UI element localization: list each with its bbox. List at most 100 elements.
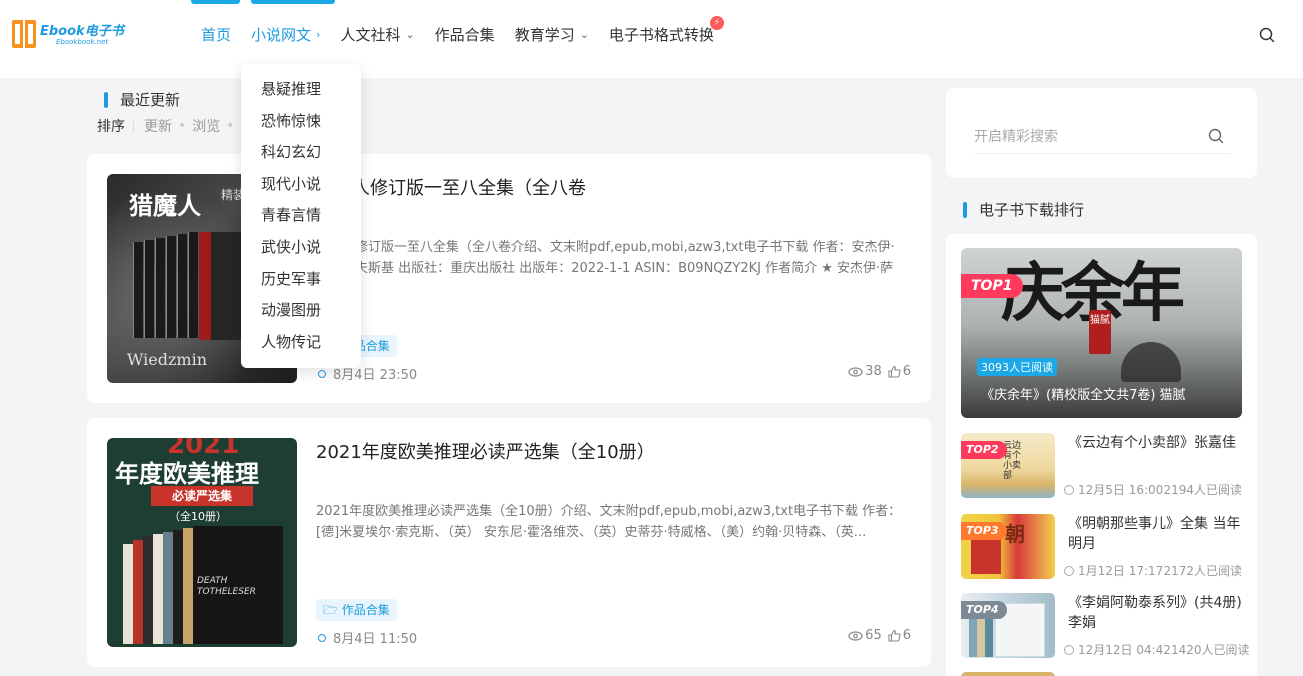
rank-item-meta: 1月12日 17:17 2172人已阅读 <box>1064 562 1242 579</box>
nav-item-home[interactable]: 首页 <box>201 24 231 44</box>
rank-item[interactable]: TOP4 《李娟阿勒泰系列》(共4册) 李娟 12月12日 04:42 1420… <box>961 593 1249 659</box>
post-title[interactable]: 2021年度欧美推理必读严选集（全10册） <box>316 438 655 464</box>
top1-cover-seal: 猫腻 <box>1089 310 1111 354</box>
nav-item-label: 电子书格式转换 <box>608 25 714 44</box>
top1-title[interactable]: 《庆余年》(精校版全文共7卷) 猫腻 <box>981 384 1186 403</box>
cover-subtitle: 必读严选集 <box>151 486 253 506</box>
ranking-heading: 电子书下载排行 <box>963 199 1084 220</box>
nav-item-education[interactable]: 教育学习 ⌄ <box>515 24 589 44</box>
dropdown-item-biography[interactable]: 人物传记 <box>241 330 361 362</box>
book-icon <box>12 20 36 48</box>
search-icon[interactable] <box>1259 27 1275 43</box>
clock-icon <box>1064 565 1074 576</box>
nav-item-label: 作品合集 <box>434 25 495 44</box>
view-count: 65 <box>865 628 882 643</box>
main-nav: 首页 小说网文 › 人文社科 ⌄ 作品合集 教育学习 ⌄ 电子书格式转换 ⚡ <box>201 16 734 44</box>
cover-subtitle-2: （全10册） <box>169 510 227 523</box>
dropdown-item-scifi[interactable]: 科幻玄幻 <box>241 140 361 172</box>
rank-item[interactable]: 朝 TOP3 《明朝那些事儿》全集 当年明月 1月12日 17:17 2172人… <box>961 514 1242 580</box>
rank-item-meta: 12月5日 16:00 2194人已阅读 <box>1064 481 1242 498</box>
rank-top1-card[interactable]: 庆余年 猫腻 TOP1 3093人已阅读 《庆余年》(精校版全文共7卷) 猫腻 <box>961 248 1242 418</box>
download-ranking-widget: 庆余年 猫腻 TOP1 3093人已阅读 《庆余年》(精校版全文共7卷) 猫腻 … <box>946 234 1257 676</box>
search-input[interactable]: 开启精彩搜索 <box>974 126 1230 154</box>
post-excerpt: 2021年度欧美推理必读严选集（全10册）介绍、文末附pdf,epub,mobi… <box>316 504 902 540</box>
post-card[interactable]: 猎魔人 精装 Wiedzmin 猎魔人修订版一至八全集（全八卷 猎魔人修订版一至… <box>87 154 931 403</box>
nav-item-format-convert[interactable]: 电子书格式转换 ⚡ <box>608 16 724 44</box>
post-cover-image[interactable]: 2021 年度欧美推理 必读严选集 （全10册） DEATH TOTHELESE… <box>107 438 297 647</box>
rank-badge-top3: TOP3 <box>961 522 1007 540</box>
nav-active-indicator <box>191 0 240 4</box>
thumbs-up-icon[interactable] <box>888 629 901 642</box>
rank-item-title[interactable]: 《李娟阿勒泰系列》(共4册) 李娟 <box>1068 593 1244 633</box>
logo-subtext: Ebookbook.net <box>56 38 109 46</box>
cover-spine-text: DEATH TOTHELESER <box>197 576 256 597</box>
rank-thumbnail[interactable] <box>961 672 1055 676</box>
rank-badge-top4: TOP4 <box>961 601 1007 619</box>
dropdown-item-modern[interactable]: 现代小说 <box>241 172 361 204</box>
recent-updates-heading: 最近更新 <box>104 89 180 110</box>
nav-item-label: 教育学习 <box>514 25 575 44</box>
cover-foot-text: Wiedzmin <box>127 350 208 369</box>
heading-accent-bar <box>963 201 967 218</box>
dropdown-item-history[interactable]: 历史军事 <box>241 267 361 299</box>
heading-accent-bar <box>104 91 108 108</box>
nav-item-label: 人文社科 <box>340 25 401 44</box>
rank-thumbnail[interactable]: 云边有个小卖部 TOP2 <box>961 433 1055 498</box>
sort-bar: 排序 更新 • 浏览 • 点 <box>97 116 255 136</box>
chevron-down-icon: ⌄ <box>579 27 589 41</box>
clock-icon <box>1064 484 1074 495</box>
dropdown-item-mystery[interactable]: 悬疑推理 <box>241 77 361 109</box>
rank-item-title[interactable]: 《明朝那些事儿》全集 当年明月 <box>1068 514 1244 554</box>
logo-text: Ebook电子书 <box>40 24 124 39</box>
site-header: Ebook电子书 Ebookbook.net 首页 小说网文 › 人文社科 ⌄ … <box>0 0 1303 78</box>
rank-badge-top1: TOP1 <box>961 274 1023 298</box>
like-count: 6 <box>902 364 911 379</box>
novels-dropdown-menu: 悬疑推理 恐怖惊悚 科幻玄幻 现代小说 青春言情 武侠小说 历史军事 动漫图册 … <box>241 64 361 368</box>
clock-icon <box>318 369 326 378</box>
post-date: 8月4日 11:50 <box>318 628 417 647</box>
clock-icon <box>1064 644 1074 655</box>
top1-read-count: 3093人已阅读 <box>977 358 1057 376</box>
nav-item-humanities[interactable]: 人文社科 ⌄ <box>340 24 414 44</box>
post-excerpt: 猎魔人修订版一至八全集（全八卷介绍、文末附pdf,epub,mobi,azw3,… <box>316 240 895 297</box>
rank-thumbnail[interactable]: TOP4 <box>961 593 1055 658</box>
nav-item-label: 首页 <box>201 25 232 44</box>
rank-thumbnail[interactable]: 朝 TOP3 <box>961 514 1055 579</box>
rank-item[interactable]: 云边有个小卖部 TOP2 《云边有个小卖部》张嘉佳 12月5日 16:00 21… <box>961 433 1242 499</box>
post-category-tag[interactable]: 🗁 作品合集 <box>316 599 397 621</box>
section-title: 最近更新 <box>120 91 181 109</box>
chevron-down-icon: ⌄ <box>405 27 415 41</box>
like-count: 6 <box>902 628 911 643</box>
chevron-right-icon: › <box>316 27 321 41</box>
site-logo[interactable]: Ebook电子书 Ebookbook.net <box>12 18 130 52</box>
folder-icon: 🗁 <box>323 603 342 617</box>
dropdown-item-horror[interactable]: 恐怖惊悚 <box>241 109 361 141</box>
rank-item-title[interactable]: 《云边有个小卖部》张嘉佳 <box>1068 433 1244 453</box>
ranking-title: 电子书下载排行 <box>979 201 1085 219</box>
sort-option-updated[interactable]: 更新 <box>144 116 172 136</box>
nav-item-label: 小说网文 <box>251 25 312 44</box>
eye-icon <box>848 366 863 377</box>
dropdown-item-wuxia[interactable]: 武侠小说 <box>241 235 361 267</box>
nav-active-indicator <box>251 0 335 4</box>
post-stats: 65 6 <box>848 628 911 643</box>
thumbs-up-icon[interactable] <box>888 365 901 378</box>
post-card[interactable]: 2021 年度欧美推理 必读严选集 （全10册） DEATH TOTHELESE… <box>87 418 931 667</box>
nav-item-novels[interactable]: 小说网文 › <box>251 24 320 44</box>
eye-icon <box>848 630 863 641</box>
dropdown-item-comics[interactable]: 动漫图册 <box>241 298 361 330</box>
rank-item-meta: 12月12日 04:42 1420人已阅读 <box>1064 641 1249 658</box>
view-count: 38 <box>865 364 882 379</box>
dropdown-item-romance[interactable]: 青春言情 <box>241 203 361 235</box>
sidebar-search-widget: 开启精彩搜索 <box>946 88 1257 178</box>
search-icon[interactable] <box>1208 128 1224 144</box>
lightning-icon: ⚡ <box>709 16 724 30</box>
sort-label: 排序 <box>97 119 125 135</box>
nav-item-collections[interactable]: 作品合集 <box>435 24 495 44</box>
clock-icon <box>318 633 326 642</box>
rank-badge-top2: TOP2 <box>961 441 1007 459</box>
cover-title: 年度欧美推理 <box>115 460 259 488</box>
post-stats: 38 6 <box>848 364 911 379</box>
cover-title: 猎魔人 <box>129 191 201 220</box>
sort-option-views[interactable]: 浏览 <box>192 116 220 136</box>
